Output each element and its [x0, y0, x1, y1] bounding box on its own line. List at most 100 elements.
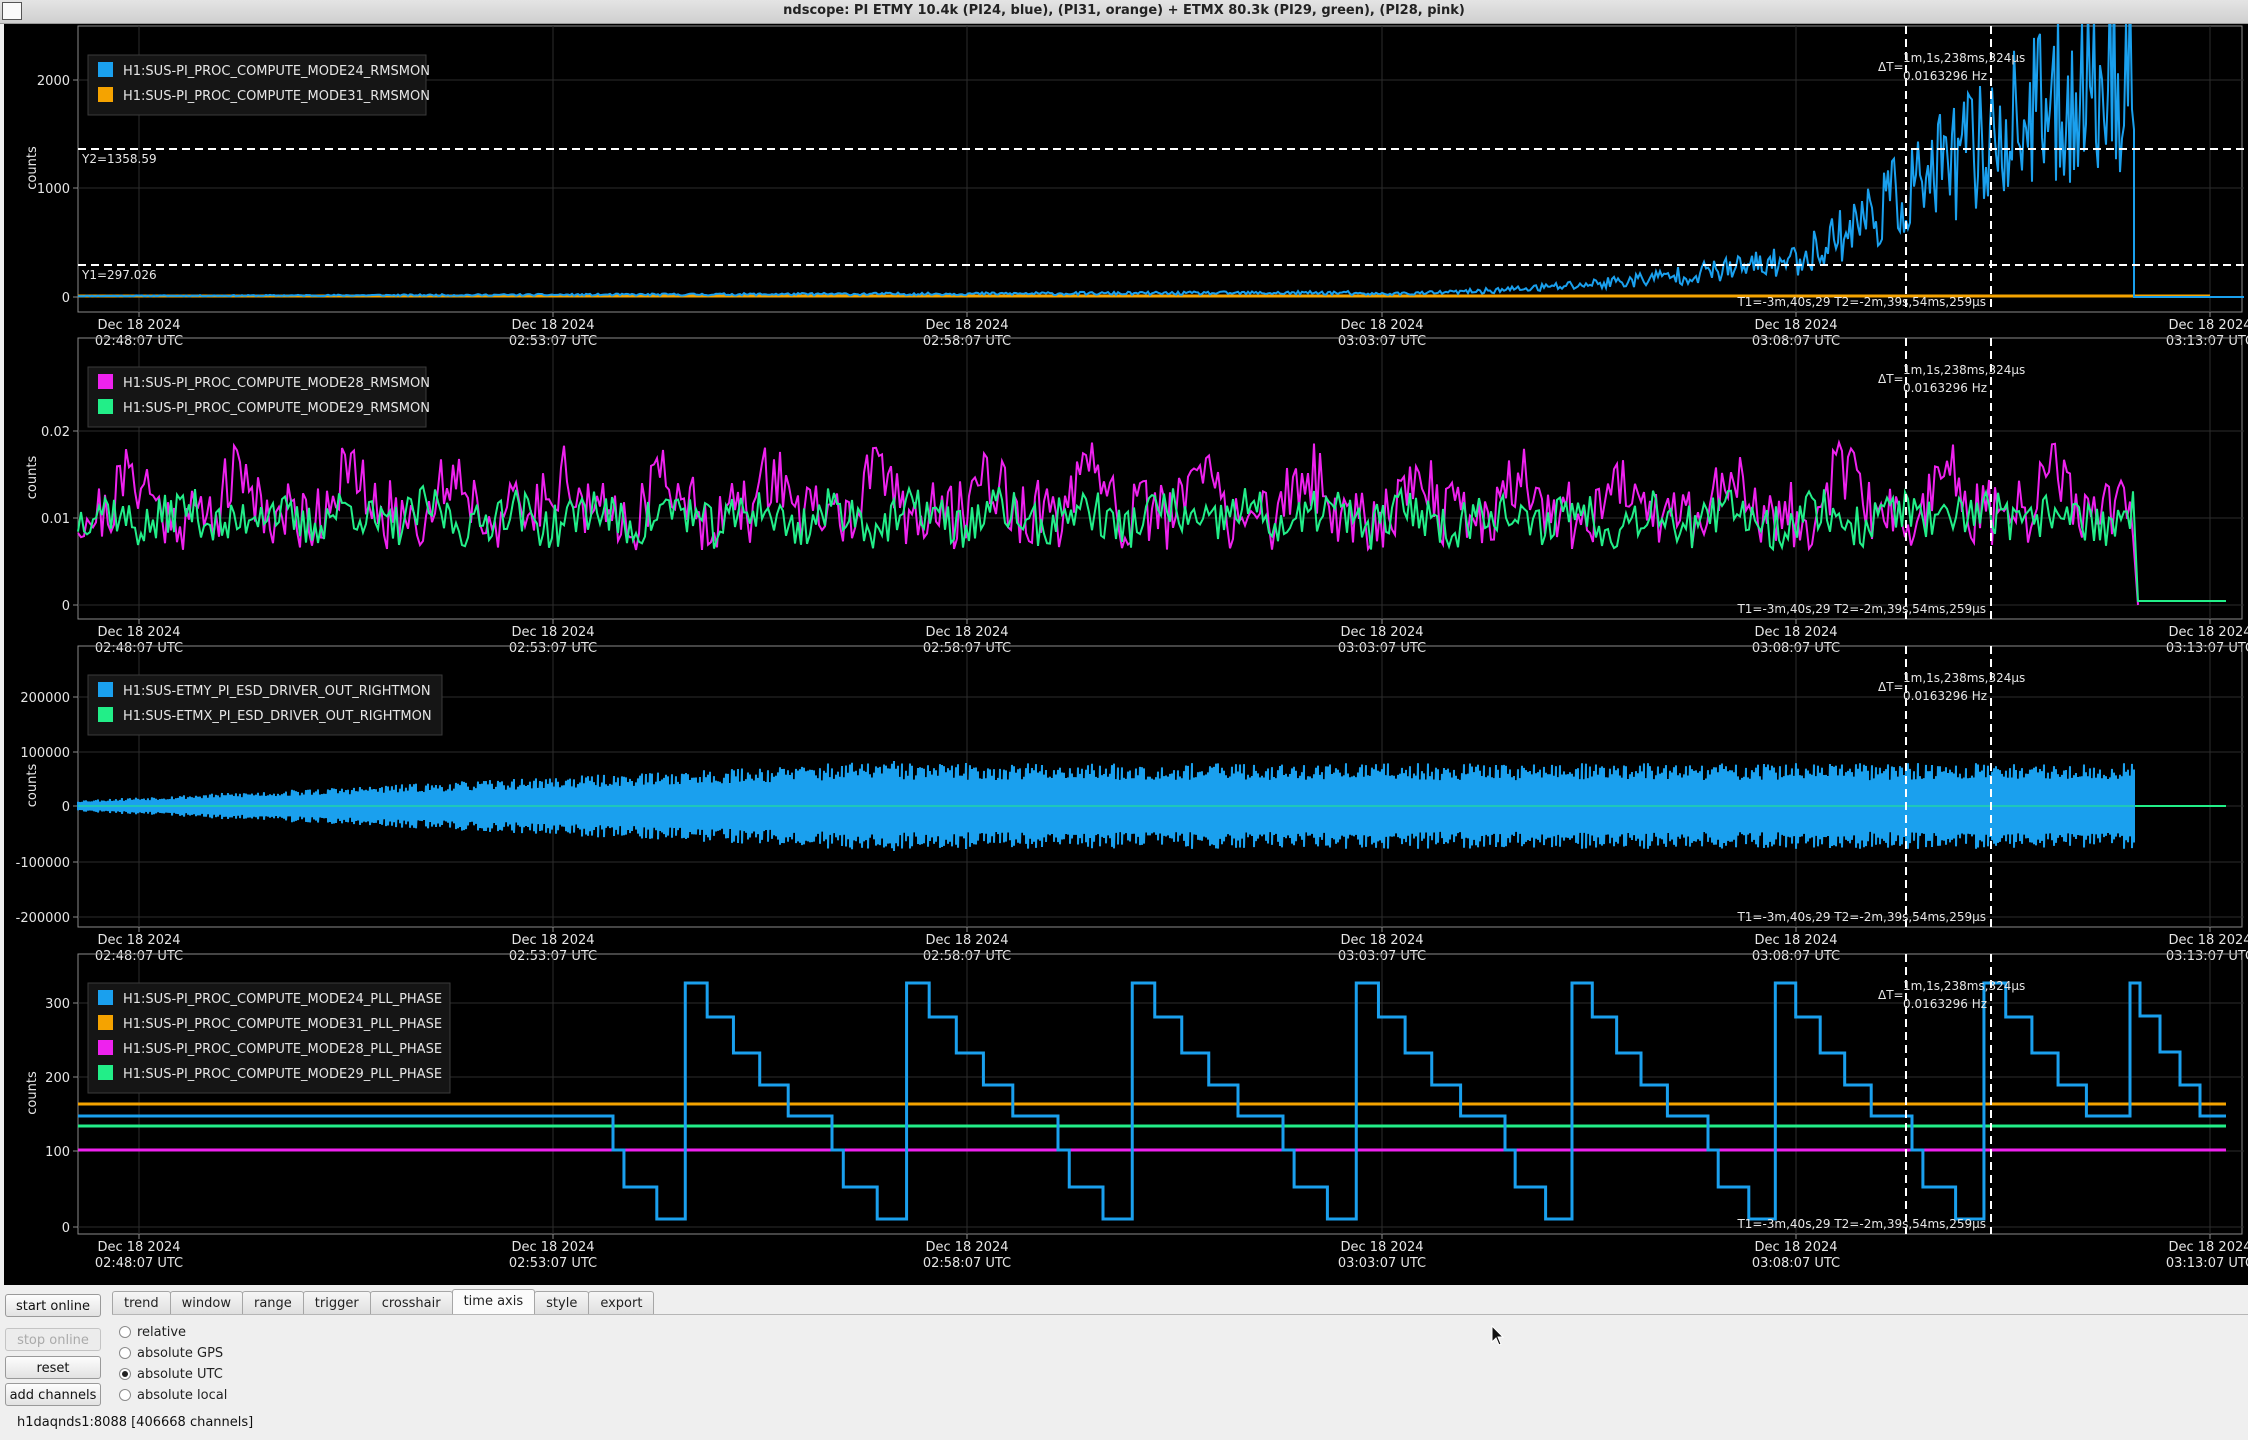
radio-absolute-utc-label: absolute UTC	[137, 1366, 223, 1382]
y-tick-label: -200000	[16, 911, 70, 926]
legend-swatch	[98, 990, 113, 1005]
stop-online-button: stop online	[5, 1328, 101, 1351]
y-tick-label: 0	[62, 1221, 70, 1236]
x-tick-date-label: Dec 18 2024	[97, 1240, 180, 1255]
y-axis-label: counts	[25, 146, 40, 190]
tab-trend[interactable]: trend	[112, 1291, 171, 1315]
t-cursor-values: T1=-3m,40s,29 T2=-2m,39s,54ms,259μs	[1736, 295, 1986, 309]
y-cursor-label: Y1=297.026	[81, 268, 157, 282]
tab-style-label: style	[546, 1296, 578, 1311]
legend-label: H1:SUS-PI_PROC_COMPUTE_MODE31_PLL_PHASE	[123, 1017, 442, 1032]
plot-legend: H1:SUS-ETMY_PI_ESD_DRIVER_OUT_RIGHTMON H1…	[87, 674, 443, 736]
tab-range[interactable]: range	[241, 1291, 304, 1315]
x-tick-date-label: Dec 18 2024	[511, 933, 594, 948]
legend-swatch	[98, 682, 113, 697]
x-tick-date-label: Dec 18 2024	[925, 1240, 1008, 1255]
x-tick-date-label: Dec 18 2024	[1754, 1240, 1837, 1255]
tab-export[interactable]: export	[588, 1291, 655, 1315]
x-tick-date-label: Dec 18 2024	[2168, 933, 2248, 948]
window-title: ndscope: PI ETMY 10.4k (PI24, blue), (PI…	[783, 3, 1465, 18]
x-tick-date-label: Dec 18 2024	[925, 625, 1008, 640]
start-online-button[interactable]: start online	[5, 1294, 101, 1317]
radio-absolute-utc-indicator[interactable]	[119, 1368, 131, 1380]
x-tick-date-label: Dec 18 2024	[2168, 1240, 2248, 1255]
plot-legend: H1:SUS-PI_PROC_COMPUTE_MODE24_RMSMON H1:S…	[87, 54, 430, 116]
y-tick-label: 2000	[37, 74, 70, 89]
y-tick-label: 0.01	[41, 512, 70, 527]
delta-t-frequency: 0.0163296 Hz	[1903, 689, 1987, 703]
reset-button[interactable]: reset	[5, 1356, 101, 1379]
y-tick-label: 200	[45, 1071, 70, 1086]
add-channels-button[interactable]: add channels	[5, 1383, 101, 1406]
radio-absolute-gps[interactable]: absolute GPS	[119, 1343, 223, 1363]
x-tick-date-label: Dec 18 2024	[97, 318, 180, 333]
plot-area[interactable]: 200010000countsDec 18 202402:48:07 UTCDe…	[4, 24, 2248, 1285]
legend-swatch	[98, 399, 113, 414]
tab-divider	[112, 1314, 2248, 1315]
start-online-label: start online	[15, 1299, 91, 1314]
tab-crosshair[interactable]: crosshair	[369, 1291, 453, 1315]
t-cursor-values: T1=-3m,40s,29 T2=-2m,39s,54ms,259μs	[1736, 910, 1986, 924]
settings-tabs: trend window range trigger crosshair tim…	[112, 1289, 655, 1315]
delta-t-frequency: 0.0163296 Hz	[1903, 997, 1987, 1011]
y-axis-label: counts	[25, 456, 40, 500]
x-tick-date-label: Dec 18 2024	[511, 625, 594, 640]
x-tick-time-label: 03:13:07 UTC	[2166, 334, 2248, 349]
radio-absolute-local[interactable]: absolute local	[119, 1385, 227, 1405]
delta-t-frequency: 0.0163296 Hz	[1903, 381, 1987, 395]
delta-t-label: ΔT=	[1878, 988, 1904, 1002]
plot-legend: H1:SUS-PI_PROC_COMPUTE_MODE24_PLL_PHASE H…	[87, 982, 451, 1094]
x-tick-time-label: 02:58:07 UTC	[923, 1256, 1011, 1271]
tab-time-axis[interactable]: time axis	[451, 1289, 536, 1315]
legend-swatch	[98, 374, 113, 389]
radio-relative[interactable]: relative	[119, 1322, 186, 1342]
tab-trigger[interactable]: trigger	[302, 1291, 371, 1315]
legend-label: H1:SUS-PI_PROC_COMPUTE_MODE31_RMSMON	[123, 89, 430, 104]
y-tick-label: 300	[45, 997, 70, 1012]
y-tick-label: 100000	[20, 746, 70, 761]
tab-trend-label: trend	[124, 1296, 159, 1311]
stop-online-label: stop online	[17, 1333, 89, 1348]
delta-t-value: 1m,1s,238ms,324μs	[1903, 979, 2025, 993]
y-tick-label: 200000	[20, 691, 70, 706]
tab-style[interactable]: style	[534, 1291, 590, 1315]
y-axis-label: counts	[25, 764, 40, 808]
y-tick-label: 1000	[37, 182, 70, 197]
legend-label: H1:SUS-PI_PROC_COMPUTE_MODE29_RMSMON	[123, 401, 430, 416]
tab-window-label: window	[181, 1296, 231, 1311]
radio-absolute-local-indicator[interactable]	[119, 1389, 131, 1401]
delta-t-label: ΔT=	[1878, 680, 1904, 694]
x-tick-date-label: Dec 18 2024	[511, 318, 594, 333]
legend-swatch	[98, 707, 113, 722]
delta-t-label: ΔT=	[1878, 372, 1904, 386]
legend-swatch	[98, 62, 113, 77]
radio-absolute-gps-indicator[interactable]	[119, 1347, 131, 1359]
x-tick-date-label: Dec 18 2024	[511, 1240, 594, 1255]
window-titlebar: ndscope: PI ETMY 10.4k (PI24, blue), (PI…	[0, 0, 2248, 24]
delta-t-value: 1m,1s,238ms,324μs	[1903, 671, 2025, 685]
radio-absolute-utc[interactable]: absolute UTC	[119, 1364, 223, 1384]
delta-t-value: 1m,1s,238ms,324μs	[1903, 363, 2025, 377]
y-tick-label: 100	[45, 1145, 70, 1160]
delta-t-value: 1m,1s,238ms,324μs	[1903, 51, 2025, 65]
x-tick-time-label: 03:13:07 UTC	[2166, 949, 2248, 964]
x-tick-date-label: Dec 18 2024	[925, 318, 1008, 333]
x-tick-date-label: Dec 18 2024	[1340, 933, 1423, 948]
x-tick-date-label: Dec 18 2024	[925, 933, 1008, 948]
y-tick-label: 0	[62, 291, 70, 306]
x-tick-time-label: 03:13:07 UTC	[2166, 641, 2248, 656]
x-tick-date-label: Dec 18 2024	[2168, 318, 2248, 333]
legend-swatch	[98, 1065, 113, 1080]
tab-crosshair-label: crosshair	[381, 1296, 441, 1311]
y-tick-label: 0	[62, 800, 70, 815]
tab-window[interactable]: window	[169, 1291, 243, 1315]
radio-relative-indicator[interactable]	[119, 1326, 131, 1338]
x-tick-date-label: Dec 18 2024	[1340, 1240, 1423, 1255]
legend-swatch	[98, 1040, 113, 1055]
legend-label: H1:SUS-PI_PROC_COMPUTE_MODE24_PLL_PHASE	[123, 992, 442, 1007]
x-tick-time-label: 03:08:07 UTC	[1752, 1256, 1840, 1271]
radio-absolute-local-label: absolute local	[137, 1387, 228, 1403]
add-channels-label: add channels	[9, 1388, 97, 1403]
reset-label: reset	[36, 1361, 70, 1376]
legend-label: H1:SUS-PI_PROC_COMPUTE_MODE24_RMSMON	[123, 64, 430, 79]
